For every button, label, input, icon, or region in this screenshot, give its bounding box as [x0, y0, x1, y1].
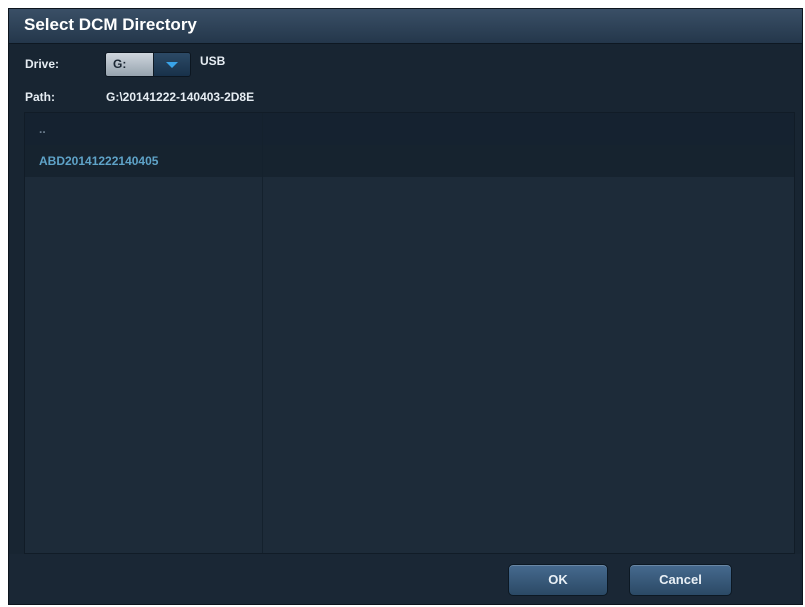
drive-dropdown[interactable]: G: — [105, 52, 191, 77]
ok-button[interactable]: OK — [508, 564, 608, 596]
path-value: G:\20141222-140403-2D8E — [106, 90, 255, 104]
select-dcm-directory-dialog: Select DCM Directory Drive: G: USB Path:… — [8, 8, 803, 605]
dialog-title: Select DCM Directory — [24, 15, 197, 34]
directory-list[interactable]: .. ABD20141222140405 — [24, 112, 795, 554]
drive-type: USB — [200, 54, 226, 68]
drive-selected-value: G: — [106, 53, 153, 76]
drive-dropdown-button[interactable] — [154, 53, 190, 76]
chevron-down-icon — [166, 62, 178, 68]
path-label: Path: — [25, 90, 55, 104]
drive-label: Drive: — [25, 57, 60, 71]
list-item-parent[interactable]: .. — [25, 113, 794, 145]
cancel-button[interactable]: Cancel — [629, 564, 732, 596]
column-divider[interactable] — [262, 113, 263, 553]
list-item-label: ABD20141222140405 — [39, 154, 159, 168]
title-bar: Select DCM Directory — [9, 9, 802, 44]
list-item-label: .. — [39, 122, 46, 136]
list-item[interactable]: ABD20141222140405 — [25, 145, 794, 177]
